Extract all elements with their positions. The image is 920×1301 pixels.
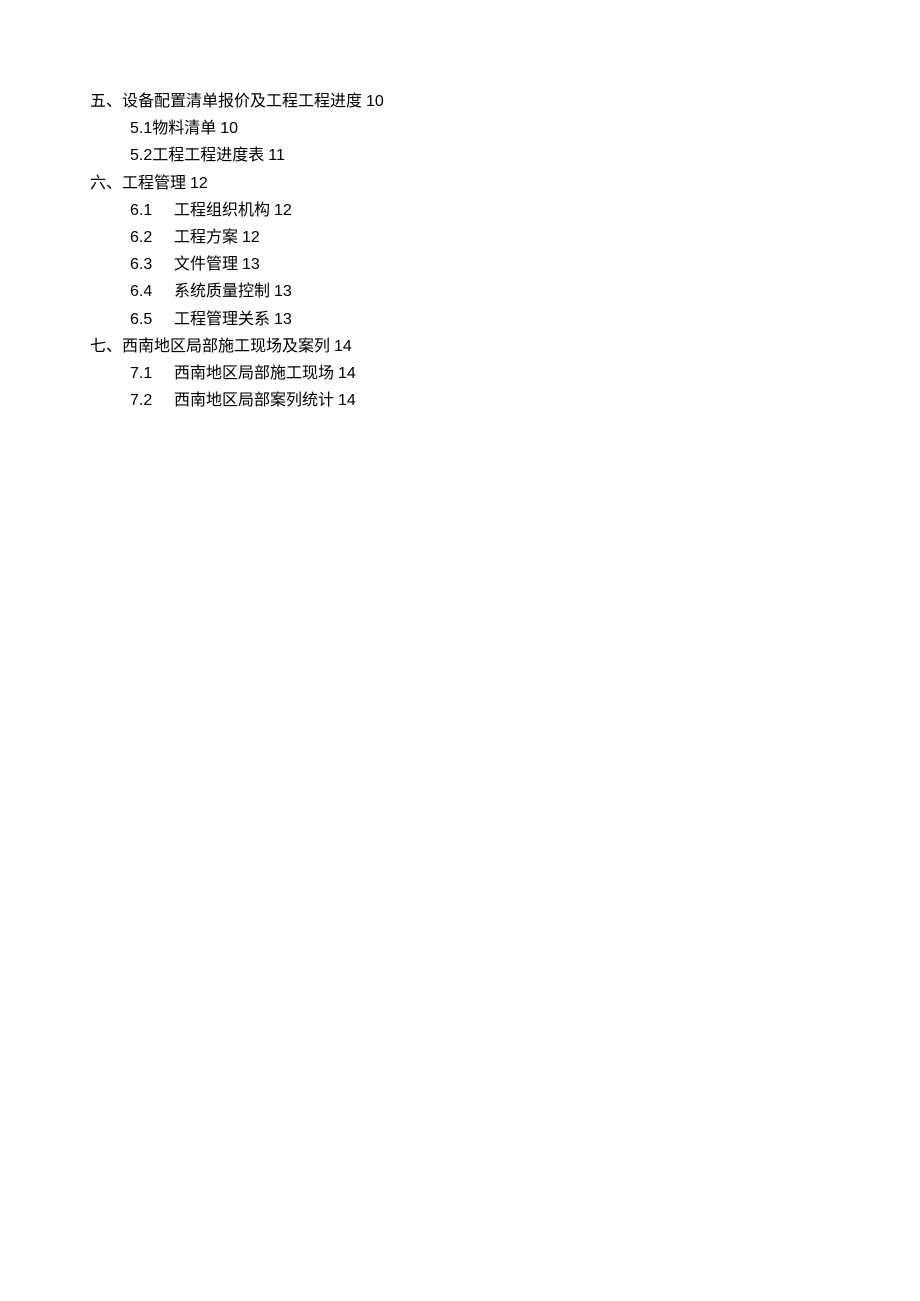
item-page: 12 (242, 224, 260, 251)
toc-item-6-4: 6.4 系统质量控制 13 (90, 278, 920, 305)
item-page: 10 (220, 115, 238, 142)
toc-section-6: 六、 工程管理 12 (90, 170, 920, 197)
section-label: 七、 (90, 333, 122, 360)
toc-item-7-2: 7.2 西南地区局部案列统计 14 (90, 387, 920, 414)
item-title: 工程管理关系 (174, 306, 270, 333)
toc-item-5-1: 5.1 物料清单 10 (90, 115, 920, 142)
item-num: 7.1 (130, 360, 174, 387)
item-title: 系统质量控制 (174, 278, 270, 305)
toc-item-6-3: 6.3 文件管理 13 (90, 251, 920, 278)
section-label: 五、 (90, 88, 122, 115)
toc-container: 五、 设备配置清单报价及工程工程进度 10 5.1 物料清单 10 5.2 工程… (90, 88, 920, 414)
toc-item-7-1: 7.1 西南地区局部施工现场 14 (90, 360, 920, 387)
section-page: 12 (190, 170, 208, 197)
item-page: 13 (242, 251, 260, 278)
toc-item-6-5: 6.5 工程管理关系 13 (90, 306, 920, 333)
item-page: 13 (274, 278, 292, 305)
item-page: 14 (338, 360, 356, 387)
item-page: 13 (274, 306, 292, 333)
section-label: 六、 (90, 170, 122, 197)
item-page: 12 (274, 197, 292, 224)
item-title: 文件管理 (174, 251, 238, 278)
item-num: 5.2 (130, 142, 152, 169)
section-title: 西南地区局部施工现场及案列 (122, 333, 330, 360)
item-num: 5.1 (130, 115, 152, 142)
item-page: 11 (268, 142, 285, 169)
toc-section-5: 五、 设备配置清单报价及工程工程进度 10 (90, 88, 920, 115)
item-num: 6.4 (130, 278, 174, 305)
item-num: 6.1 (130, 197, 174, 224)
item-page: 14 (338, 387, 356, 414)
section-title: 工程管理 (122, 170, 186, 197)
toc-item-5-2: 5.2 工程工程进度表 11 (90, 142, 920, 169)
item-title: 物料清单 (152, 115, 216, 142)
item-num: 6.2 (130, 224, 174, 251)
section-page: 14 (334, 333, 352, 360)
section-page: 10 (366, 88, 384, 115)
toc-item-6-2: 6.2 工程方案 12 (90, 224, 920, 251)
toc-item-6-1: 6.1 工程组织机构 12 (90, 197, 920, 224)
item-title: 西南地区局部案列统计 (174, 387, 334, 414)
item-num: 6.5 (130, 306, 174, 333)
item-num: 7.2 (130, 387, 174, 414)
section-title: 设备配置清单报价及工程工程进度 (122, 88, 362, 115)
item-title: 工程组织机构 (174, 197, 270, 224)
item-title: 工程方案 (174, 224, 238, 251)
toc-section-7: 七、 西南地区局部施工现场及案列 14 (90, 333, 920, 360)
item-title: 西南地区局部施工现场 (174, 360, 334, 387)
item-num: 6.3 (130, 251, 174, 278)
item-title: 工程工程进度表 (152, 142, 264, 169)
